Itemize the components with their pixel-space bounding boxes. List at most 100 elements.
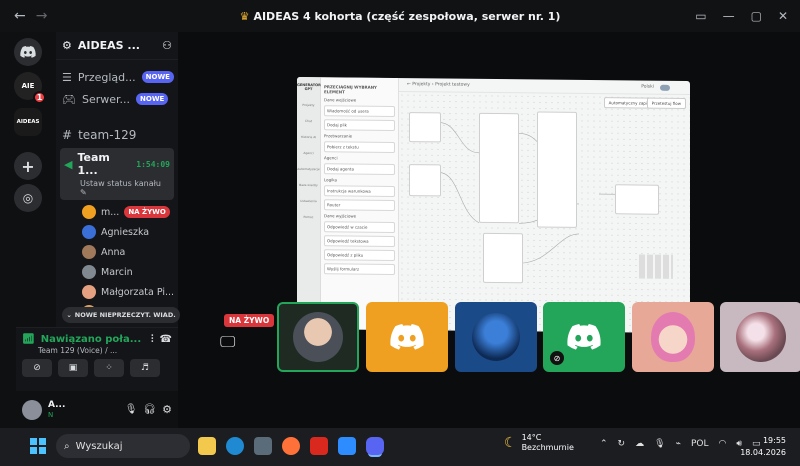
minimap[interactable] [639, 254, 673, 279]
participant-tile[interactable] [366, 302, 448, 372]
soundboard-button[interactable]: ♬ [130, 359, 160, 377]
minimize-button[interactable]: — [723, 9, 735, 23]
discord-taskbar-icon[interactable] [366, 437, 384, 455]
discord-home-icon[interactable] [14, 38, 42, 66]
network-icon[interactable]: ⌁ [676, 439, 681, 449]
screen-share-view[interactable]: GENERATOR GPT Projekty Chat Historia AI Age… [297, 76, 690, 334]
palette-item[interactable]: Instrukcja warunkowa [324, 185, 395, 197]
participant-tile[interactable] [455, 302, 537, 372]
start-icon[interactable] [30, 438, 46, 454]
file-explorer-icon[interactable] [198, 437, 216, 455]
mic-tray-icon[interactable]: 🎙︎ [654, 439, 665, 449]
windows-taskbar: ⌕ Wyszukaj ☾ 14°C Bezchmurnie ⌃ ↻ ☁ 🎙︎ ⌁… [0, 428, 800, 466]
monitor-icon[interactable]: 🖵︎ [220, 332, 235, 352]
app-icon[interactable] [338, 437, 356, 455]
microphone-icon[interactable]: 🎙︎ [125, 404, 138, 415]
screen-share-button[interactable]: ▣ [58, 359, 88, 377]
weather-widget[interactable]: ☾ 14°C Bezchmurnie [504, 433, 574, 453]
settings-gear-icon[interactable]: ⚙ [162, 403, 172, 416]
server-header[interactable]: ⚙ AIDEAS ... ⚇ [56, 32, 178, 60]
avatar [82, 225, 96, 239]
app-nav-item[interactable]: Baza wiedzy [297, 183, 320, 187]
disconnect-icon[interactable]: ☎︎ [160, 334, 172, 345]
firefox-icon[interactable] [282, 437, 300, 455]
store-icon[interactable] [254, 437, 272, 455]
invite-icon[interactable]: ⚇ [162, 39, 172, 52]
app-nav-item[interactable]: Chat [297, 119, 320, 123]
activities-button[interactable]: ⁘ [94, 359, 124, 377]
clock[interactable]: 19:55 18.04.2026 [740, 435, 786, 459]
participant-tile[interactable]: ⊘ [543, 302, 625, 372]
add-server-icon[interactable]: + [14, 152, 42, 180]
app-nav-item[interactable]: Historia AI [297, 135, 320, 139]
voice-channel-active[interactable]: ◀︎ Team 1... 1:54:09 Ustaw status kanału… [60, 148, 174, 200]
unread-badge: 1 [33, 91, 46, 104]
app-nav-item[interactable]: Ustawienia [297, 199, 320, 203]
channel-team-129[interactable]: # team-129 [56, 124, 178, 146]
participant-tile[interactable] [632, 302, 714, 372]
palette-item[interactable]: Odpowiedź w czacie [324, 221, 395, 233]
acrobat-icon[interactable] [310, 437, 328, 455]
voice-member[interactable]: Marcin [56, 262, 178, 282]
flow-node[interactable] [409, 112, 441, 143]
discover-icon[interactable]: ◎ [14, 184, 42, 212]
avatar[interactable] [22, 399, 42, 420]
voice-member[interactable]: Anna [56, 242, 178, 262]
server-aie-icon[interactable]: AIE 1 [14, 72, 46, 104]
flow-node[interactable] [615, 184, 659, 215]
section-logic: Logika [324, 177, 337, 183]
palette-item[interactable]: Dodaj agenta [324, 163, 395, 175]
palette-item[interactable]: Wyślij formularz [324, 263, 395, 275]
app-nav-item[interactable]: Automatyzacje [297, 167, 320, 171]
app-nav-item[interactable]: Projekty [297, 103, 320, 107]
input-language[interactable]: POL [691, 439, 709, 449]
search-input[interactable]: ⌕ Wyszukaj [56, 434, 190, 458]
app-sidebar: GENERATOR GPT Projekty Chat Historia AI Age… [297, 76, 321, 330]
edge-icon[interactable] [226, 437, 244, 455]
cloud-icon[interactable]: ☁ [635, 439, 644, 449]
section-outputs: Dane wyjściowe [324, 213, 357, 219]
element-palette: PRZECIĄGNIJ WYBRANY ELEMENT Dane wejścio… [321, 77, 399, 331]
participant-tile[interactable] [720, 302, 800, 372]
close-button[interactable]: ✕ [778, 9, 788, 23]
search-icon: ⌕ [64, 440, 70, 452]
channel-servers[interactable]: 🎮︎ Serwer... NOWE [56, 88, 178, 110]
app-nav-item[interactable]: Agenci [297, 151, 320, 155]
language-select[interactable]: Polski [641, 85, 654, 90]
flow-node[interactable] [479, 112, 519, 224]
headphones-icon[interactable]: 🎧︎ [143, 404, 156, 415]
chevron-up-icon[interactable]: ⌃ [600, 439, 608, 449]
maximize-button[interactable]: ▢ [751, 9, 762, 23]
voice-member[interactable]: m... NA ŻYWO [56, 202, 178, 222]
voice-member[interactable]: Agnieszka [56, 222, 178, 242]
voice-channel-name: Team 1... [77, 151, 110, 177]
channel-status-prompt[interactable]: Ustaw status kanału ✎ [64, 179, 170, 197]
connection-status[interactable]: 📶︎ Nawiązano poła... ⫶ ☎︎ [16, 328, 178, 345]
palette-item[interactable]: Router [324, 199, 395, 211]
app-nav-item[interactable]: Pomoc [297, 215, 320, 219]
flow-node[interactable] [409, 164, 441, 197]
voice-member[interactable]: Małgorzata Pi... [56, 282, 178, 302]
unread-toast[interactable]: ⌄ NOWE NIEPRZECZYT. WIAD. [62, 307, 180, 323]
server-name: AIDEAS ... [77, 39, 140, 52]
refresh-icon[interactable]: ↻ [618, 439, 626, 449]
gamepad-icon: 🎮︎ [62, 92, 76, 106]
palette-item[interactable]: Wiadomość od usera [324, 105, 395, 117]
channel-browse[interactable]: ☰ Przegląd... NOWE [56, 66, 178, 88]
noise-icon[interactable]: ⫶ [151, 334, 154, 345]
flow-node[interactable] [483, 232, 523, 284]
wifi-icon[interactable]: ◠ [718, 439, 726, 449]
participant-tile[interactable] [277, 302, 359, 372]
palette-item[interactable]: Odpowiedź tekstowa [324, 235, 395, 247]
section-inputs: Dane wejściowe [324, 97, 357, 103]
flow-canvas[interactable]: Automatyczny zapis Przetestuj flow [399, 92, 690, 334]
server-aideas-icon[interactable]: AIDEAS [14, 108, 42, 136]
palette-item[interactable]: Dodaj plik [324, 119, 395, 131]
palette-item[interactable]: Pobierz z tekstu [324, 141, 395, 153]
palette-item[interactable]: Odpowiedź z pliku [324, 249, 395, 261]
avatar[interactable] [660, 84, 670, 91]
camera-off-button[interactable]: ⊘ [22, 359, 52, 377]
voice-action-buttons: ⊘ ▣ ⁘ ♬ [16, 355, 178, 381]
inbox-icon[interactable]: ▭ [695, 9, 706, 23]
flow-node[interactable] [537, 111, 577, 228]
